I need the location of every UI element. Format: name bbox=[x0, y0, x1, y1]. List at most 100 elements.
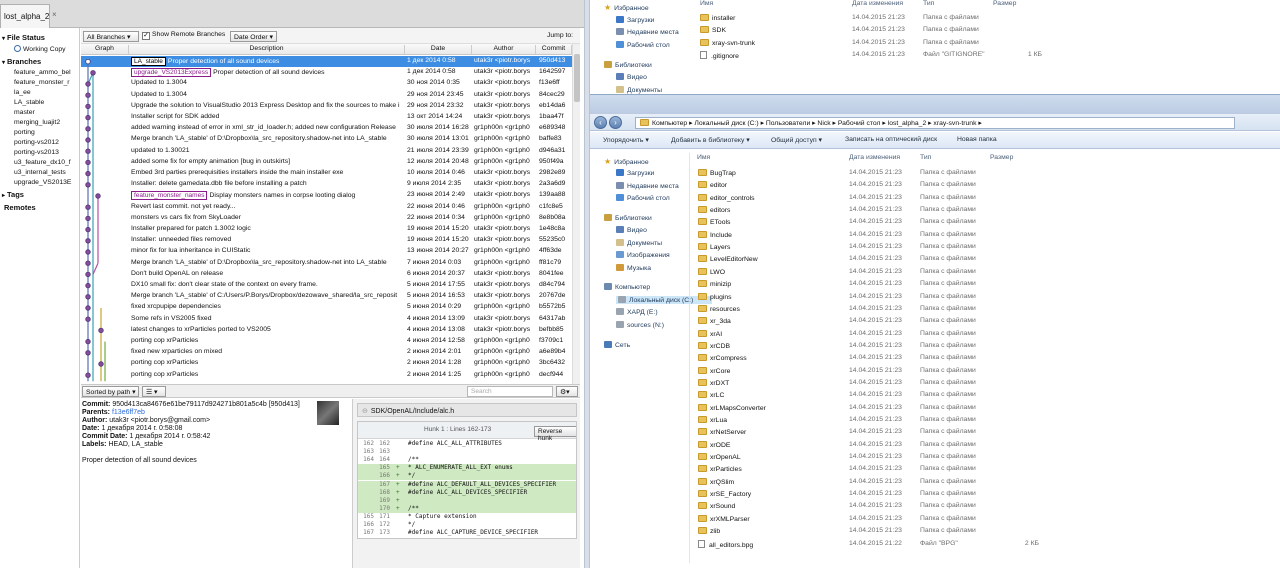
folder-row[interactable]: SDK 14.04.2015 21:23 Папка с файлами bbox=[700, 26, 1260, 38]
folder-row[interactable]: xrSE_Factory 14.04.2015 21:23 Папка с файл… bbox=[698, 490, 1258, 502]
graph-commit-node[interactable] bbox=[85, 137, 91, 143]
col-graph[interactable]: Graph bbox=[81, 45, 129, 55]
table-row[interactable]: Upgrade the solution to VisualStudio 201… bbox=[81, 101, 572, 112]
folder-row[interactable]: xr_3da 14.04.2015 21:23 Папка с файлами bbox=[698, 317, 1258, 329]
show-remote-checkbox[interactable]: ✓ Show Remote Branches bbox=[142, 31, 225, 40]
col-name[interactable]: Имя bbox=[700, 0, 713, 7]
sidebar-item-branch[interactable]: LA_stable bbox=[14, 99, 80, 106]
back-button[interactable]: ‹ bbox=[594, 116, 607, 129]
col-type[interactable]: Тип bbox=[923, 0, 934, 7]
history-scrollbar[interactable] bbox=[572, 44, 580, 384]
folder-row[interactable]: editors 14.04.2015 21:23 Папка с файлами bbox=[698, 206, 1258, 218]
nav-item[interactable]: Документы bbox=[616, 238, 662, 247]
forward-button[interactable]: › bbox=[609, 116, 622, 129]
folder-row[interactable]: xrODE 14.04.2015 21:23 Папка с файлами bbox=[698, 440, 1258, 453]
col-size[interactable]: Размер bbox=[990, 154, 1013, 161]
repo-tab[interactable]: lost_alpha_2 bbox=[0, 4, 50, 29]
table-row[interactable]: porting cop xrParticles 4 июня 2014 12:58… bbox=[81, 336, 572, 347]
table-row[interactable]: Merge branch 'LA_stable' of C:/Users/P.B… bbox=[81, 291, 572, 302]
table-row[interactable]: Embed 3rd parties prerequisities install… bbox=[81, 168, 572, 179]
table-row[interactable]: added warning instead of error in xml_st… bbox=[81, 123, 572, 134]
settings-button[interactable]: ⚙▾ bbox=[556, 386, 578, 397]
folder-row[interactable]: Include 14.04.2015 21:23 Папка с файлами bbox=[698, 230, 1258, 243]
folder-row[interactable]: editor 14.04.2015 21:23 Папка с файлами bbox=[698, 181, 1258, 193]
folder-row[interactable]: resources 14.04.2015 21:23 Папка с файлами bbox=[698, 304, 1258, 317]
graph-commit-node[interactable] bbox=[95, 193, 101, 199]
graph-commit-node[interactable] bbox=[85, 338, 91, 345]
col-date[interactable]: Дата изменения bbox=[849, 154, 900, 161]
sidebar-item-branch[interactable]: porting bbox=[14, 129, 80, 136]
table-row[interactable]: Some refs in VS2005 fixed 4 июня 2014 13:… bbox=[81, 314, 572, 325]
folder-row[interactable]: xrLua 14.04.2015 21:23 Папка с файлами bbox=[698, 416, 1258, 428]
order-select[interactable]: Date Order ▾ bbox=[230, 31, 277, 42]
nav-item[interactable]: Видео bbox=[616, 226, 647, 234]
nav-item[interactable]: Библиотеки bbox=[604, 214, 652, 222]
graph-commit-node[interactable] bbox=[85, 159, 91, 166]
nav-item[interactable]: Рабочий стол bbox=[616, 194, 670, 202]
table-row[interactable]: porting cop xrParticles 2 июня 2014 1:28 g… bbox=[81, 358, 572, 369]
table-row[interactable]: Installer: delete gamedata.dbb file befo… bbox=[81, 179, 572, 190]
sidebar-file-status[interactable]: ▾ File Status bbox=[2, 33, 45, 42]
folder-row[interactable]: xrLMapsConverter 14.04.2015 21:23 Папка с … bbox=[698, 403, 1258, 416]
folder-row[interactable]: installer 14.04.2015 21:23 Папка с файлами bbox=[700, 14, 1260, 26]
nav-item[interactable]: Сеть bbox=[604, 340, 630, 349]
nav-item[interactable]: Музыка bbox=[616, 263, 651, 272]
folder-row[interactable]: xrOpenAL 14.04.2015 21:23 Папка с файлами bbox=[698, 453, 1258, 465]
folder-row[interactable]: xray-svn-trunk 14.04.2015 21:23 Папка с фа… bbox=[700, 38, 1260, 51]
table-row[interactable]: latest changes to xrParticles ported to … bbox=[81, 325, 572, 336]
folder-row[interactable]: xrDXT 14.04.2015 21:23 Папка с файлами bbox=[698, 378, 1258, 391]
graph-commit-node[interactable] bbox=[85, 81, 91, 87]
folder-row[interactable]: xrCompress 14.04.2015 21:23 Папка с файлам… bbox=[698, 354, 1258, 366]
scroll-thumb[interactable] bbox=[574, 54, 580, 102]
graph-commit-node[interactable] bbox=[85, 249, 91, 255]
tag-label[interactable]: LA_stable bbox=[131, 57, 166, 66]
file-row[interactable]: .gitignore 14.04.2015 21:23 Файл "GITIGNOR… bbox=[700, 51, 1260, 63]
folder-row[interactable]: plugins 14.04.2015 21:23 Папка с файлами bbox=[698, 292, 1258, 305]
graph-commit-node[interactable] bbox=[85, 260, 91, 266]
graph-commit-node[interactable] bbox=[85, 215, 91, 222]
close-tab-icon[interactable]: × bbox=[52, 10, 57, 19]
branch-label[interactable]: upgrade_VS2013Express bbox=[131, 68, 212, 78]
sidebar-item-branch[interactable]: feature_ammo_bel bbox=[14, 69, 80, 76]
nav-item[interactable]: Документы bbox=[616, 85, 662, 94]
folder-row[interactable]: xrCore 14.04.2015 21:23 Папка с файлами bbox=[698, 366, 1258, 379]
sidebar-remotes[interactable]: Remotes bbox=[2, 203, 36, 212]
folder-row[interactable]: LevelEditorNew 14.04.2015 21:23 Папка с фа… bbox=[698, 255, 1258, 267]
command-button[interactable]: Добавить в библиотеку ▾ bbox=[671, 136, 750, 144]
nav-item[interactable]: Рабочий стол bbox=[616, 40, 670, 49]
sidebar-item-branch[interactable]: porting-vs2013 bbox=[14, 149, 80, 156]
sidebar-item-branch[interactable]: merging_luajit2 bbox=[14, 119, 80, 126]
reverse-hunk-button[interactable]: Reverse hunk bbox=[534, 426, 576, 442]
search-input[interactable]: Search bbox=[467, 386, 553, 397]
table-row[interactable]: Installer prepared for patch 1.3002 logi… bbox=[81, 224, 572, 235]
graph-commit-node[interactable] bbox=[85, 170, 91, 177]
col-author[interactable]: Author bbox=[472, 45, 536, 55]
table-row[interactable]: Installer script for SDK added 13 окт 201… bbox=[81, 112, 572, 123]
table-row[interactable]: updated to 1.30021 21 июля 2014 23:39 gr1p… bbox=[81, 146, 572, 157]
folder-row[interactable]: zlib 14.04.2015 21:23 Папка с файлами bbox=[698, 527, 1258, 539]
graph-commit-node[interactable] bbox=[85, 238, 91, 244]
sidebar-item-branch[interactable]: u3_feature_dx10_f bbox=[14, 159, 80, 166]
graph-commit-node[interactable] bbox=[85, 282, 91, 289]
table-row[interactable]: Merge branch 'LA_stable' of D:\Dropbox\l… bbox=[81, 134, 572, 145]
graph-commit-node[interactable] bbox=[85, 126, 91, 132]
sidebar-branches[interactable]: ▾ Branches bbox=[2, 57, 41, 66]
graph-commit-node[interactable] bbox=[85, 114, 91, 121]
table-row[interactable]: upgrade_VS2013Express Proper detection of… bbox=[81, 67, 572, 78]
graph-commit-node[interactable] bbox=[85, 204, 91, 210]
sidebar-item-branch[interactable]: upgrade_VS2013E bbox=[14, 179, 80, 186]
col-commit[interactable]: Commit bbox=[536, 45, 572, 55]
jump-to-label[interactable]: Jump to: bbox=[547, 32, 573, 39]
table-row[interactable]: added some fix for empty animation [bug … bbox=[81, 157, 572, 168]
graph-commit-node[interactable] bbox=[98, 361, 104, 367]
command-button[interactable]: Новая папка bbox=[957, 136, 997, 143]
file-row[interactable]: all_editors.bpg 14.04.2015 21:22 Файл "BPG… bbox=[698, 539, 1258, 552]
view-menu-button[interactable]: ☰ ▾ bbox=[142, 386, 166, 397]
folder-row[interactable]: BugTrap 14.04.2015 21:23 Папка с файлами bbox=[698, 169, 1258, 181]
table-row[interactable]: feature_monster_names Display monsters na… bbox=[81, 190, 572, 201]
command-button[interactable]: Общий доступ ▾ bbox=[771, 136, 822, 144]
col-size[interactable]: Размер bbox=[993, 0, 1016, 7]
nav-item[interactable]: Библиотеки bbox=[604, 60, 652, 69]
command-button[interactable]: Записать на оптический диск bbox=[845, 136, 937, 143]
nav-item[interactable]: sources (N:) bbox=[616, 320, 664, 329]
